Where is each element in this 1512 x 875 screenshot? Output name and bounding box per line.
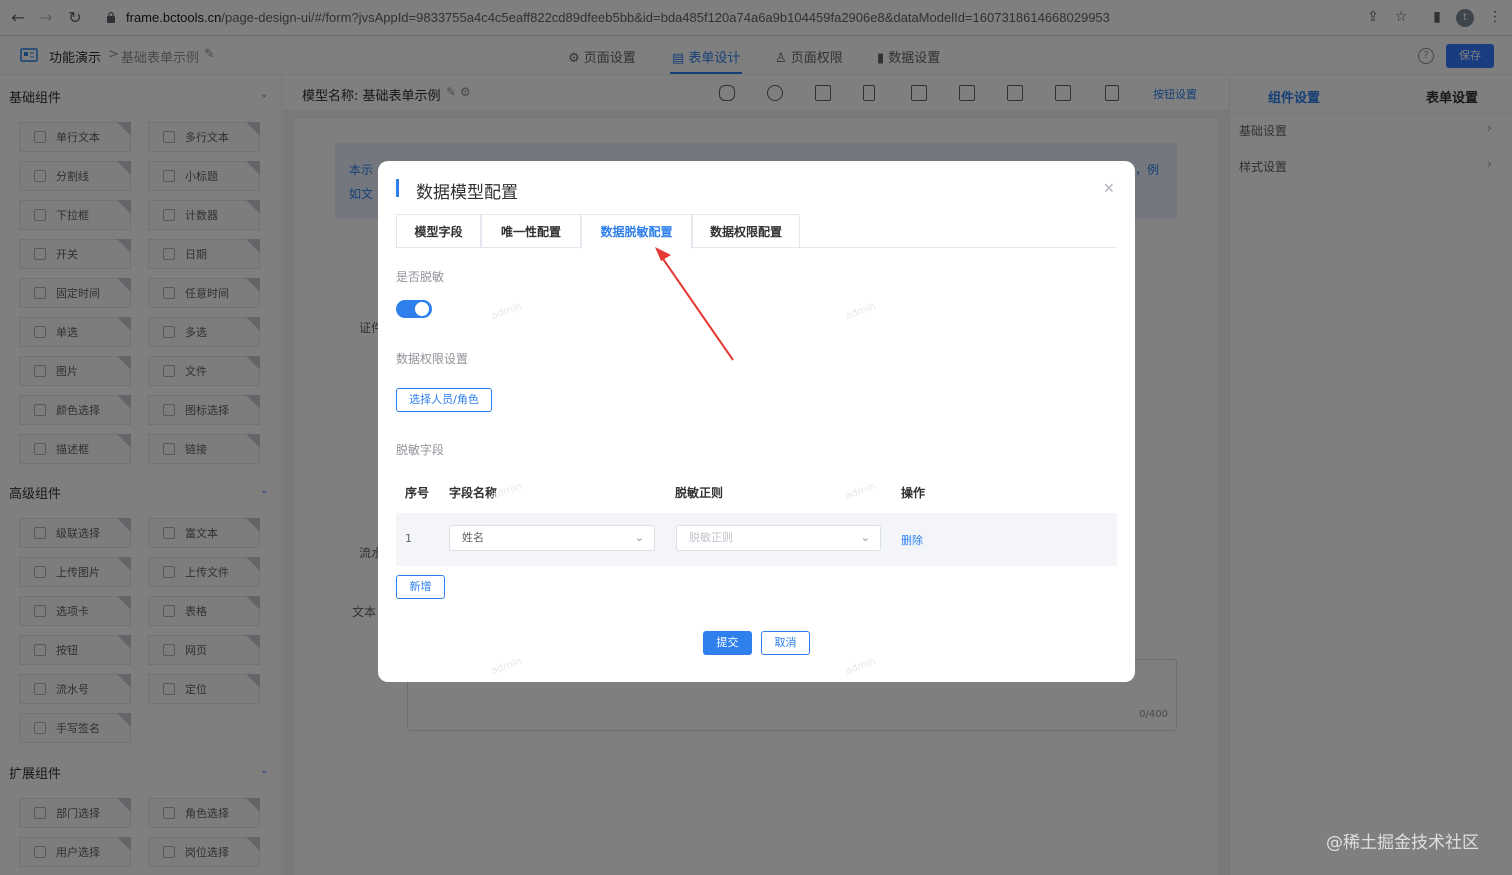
watermark: admin	[844, 300, 878, 323]
select-user-role-button[interactable]: 选择人员/角色	[396, 388, 492, 412]
field-select-value: 姓名	[462, 531, 484, 544]
watermark: admin	[490, 300, 524, 323]
field-select[interactable]: 姓名 ⌄	[449, 525, 655, 551]
delete-row-link[interactable]: 删除	[901, 532, 923, 548]
tab-model-fields[interactable]: 模型字段	[396, 214, 481, 248]
th-regex: 脱敏正则	[675, 486, 724, 500]
fields-label: 脱敏字段	[396, 443, 445, 457]
cancel-button[interactable]: 取消	[761, 631, 810, 655]
table-row: 1 姓名 ⌄ 脱敏正则 ⌄ 删除	[396, 513, 1117, 566]
regex-select[interactable]: 脱敏正则 ⌄	[676, 525, 881, 551]
desensitize-toggle[interactable]	[396, 300, 432, 318]
regex-select-placeholder: 脱敏正则	[689, 531, 733, 544]
watermark: admin	[844, 655, 878, 678]
th-action: 操作	[901, 486, 926, 500]
watermark: admin	[844, 480, 878, 503]
add-row-button[interactable]: 新增	[396, 575, 445, 599]
chevron-down-icon: ⌄	[634, 531, 644, 544]
data-model-dialog: 数据模型配置 ✕ 模型字段 唯一性配置 数据脱敏配置 数据权限配置 是否脱敏 数…	[378, 161, 1135, 682]
th-index: 序号	[405, 486, 430, 500]
chevron-down-icon: ⌄	[860, 531, 870, 544]
toggle-knob	[415, 302, 429, 316]
tab-desensitize[interactable]: 数据脱敏配置	[581, 214, 692, 249]
desensitize-label: 是否脱敏	[396, 270, 445, 284]
dialog-title: 数据模型配置	[416, 183, 518, 203]
permission-label: 数据权限设置	[396, 352, 469, 366]
tab-data-permission[interactable]: 数据权限配置	[692, 214, 800, 248]
submit-button[interactable]: 提交	[703, 631, 752, 655]
title-accent-bar	[396, 179, 399, 197]
tab-uniqueness[interactable]: 唯一性配置	[481, 214, 581, 248]
close-icon[interactable]: ✕	[1103, 181, 1115, 197]
site-watermark: @稀土掘金技术社区	[1326, 833, 1479, 853]
dialog-tabs: 模型字段 唯一性配置 数据脱敏配置 数据权限配置	[396, 214, 1117, 249]
row-index: 1	[405, 532, 412, 545]
watermark: admin	[490, 655, 524, 678]
